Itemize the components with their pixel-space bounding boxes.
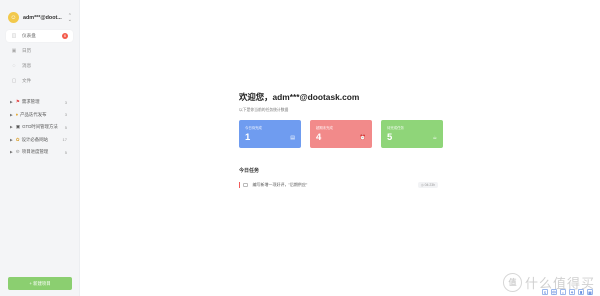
sidebar-item-dashboard[interactable]: ◫ 仪表盘 6 [6, 30, 73, 42]
dashboard-main: 欢迎您，adm***@dootask.com 以下是你当前的任务统计数据 今日待… [80, 0, 600, 296]
page-title: 欢迎您，adm***@dootask.com [239, 92, 360, 102]
palette-icon: ✿ [15, 136, 20, 142]
project-item[interactable]: ▶ ⚙ 项目进度管理 5 [0, 146, 79, 159]
project-item[interactable]: ▶ ▣ GTD时间管理方法 5 [0, 121, 79, 134]
project-label: 项目进度管理 [21, 149, 49, 155]
caret-right-icon[interactable]: ▶ [10, 150, 13, 154]
stat-card-today[interactable]: 今日待完成 1 ▤ [239, 120, 301, 148]
tray-icon[interactable]: ▦ [587, 288, 593, 295]
task-time-badge: ◷ 04:23h [417, 182, 438, 188]
avatar: ☺ [8, 12, 19, 23]
chevron-up-down-icon[interactable]: ⌃ ⌄ [68, 13, 72, 22]
task-row[interactable]: 编写新增一项好评，"后期供应" ◷ 04:23h [239, 180, 438, 190]
caret-right-icon[interactable]: ▶ [10, 125, 13, 129]
stat-value: 4 [316, 132, 322, 143]
project-item[interactable]: ▶ ♦ 产品迭代发布 3 [0, 109, 79, 122]
tray-icon[interactable]: ⚘ [569, 288, 575, 295]
project-count: 3 [64, 112, 67, 118]
project-label: 需求管理 [21, 99, 40, 105]
project-item[interactable]: ▶ ⚑ 需求管理 3 [0, 96, 79, 109]
tray-icon[interactable]: • [560, 288, 566, 295]
calendar-icon: ▣ [11, 48, 17, 54]
task-checkbox[interactable] [243, 182, 248, 188]
stat-card-pending[interactable]: 待完成任务 5 ☕ [381, 120, 443, 148]
flag-icon: ⚑ [15, 99, 20, 105]
file-icon: ▢ [11, 78, 17, 84]
alarm-icon: ⏰ [359, 135, 366, 141]
task-title: 编写新增一项好评，"后期供应" [252, 182, 308, 187]
stat-label: 待完成任务 [387, 126, 404, 130]
sidebar-nav: ◫ 仪表盘 6 ▣ 日历 ◌ 消息 ▢ 文件 [0, 30, 79, 87]
robot-icon: ▣ [15, 124, 21, 130]
priority-flag [239, 182, 240, 188]
sidebar-item-label: 消息 [22, 63, 32, 68]
message-icon: ◌ [12, 63, 16, 69]
tray-icon[interactable]: ♜ [578, 288, 584, 295]
project-label: GTD时间管理方法 [22, 124, 58, 130]
project-count: 5 [64, 124, 67, 130]
pin-icon: ♦ [15, 112, 19, 118]
stat-cards: 今日待完成 1 ▤ 超期未完成 4 ⏰ 待完成任务 5 ☕ [239, 120, 443, 148]
caret-right-icon[interactable]: ▶ [10, 100, 13, 104]
system-tray: S 中 • ⚘ ♜ ▦ [542, 287, 593, 296]
sidebar-item-files[interactable]: ▢ 文件 [6, 75, 73, 87]
gear-icon: ⚙ [15, 149, 20, 155]
sidebar-item-calendar[interactable]: ▣ 日历 [6, 45, 73, 57]
project-label: 设计必备网站 [21, 136, 48, 142]
dashboard-icon: ◫ [11, 33, 17, 39]
project-item[interactable]: ▶ ✿ 设计必备网站 17 [0, 134, 79, 147]
tray-icon[interactable]: S [542, 288, 548, 295]
stat-value: 5 [387, 132, 393, 143]
app: ☺ adm***@doot... ⌃ ⌄ ◫ 仪表盘 6 ▣ 日历 ◌ 消息 ▢ … [0, 0, 600, 296]
sidebar-item-label: 文件 [22, 78, 32, 83]
project-count: 17 [62, 137, 67, 143]
stat-value: 1 [245, 132, 251, 143]
caret-right-icon[interactable]: ▶ [10, 113, 13, 117]
watermark-circle: 值 [502, 273, 522, 292]
user-menu[interactable]: ☺ adm***@doot... ⌃ ⌄ [0, 0, 79, 26]
project-count: 5 [64, 149, 67, 155]
project-count: 3 [64, 99, 67, 105]
project-label: 产品迭代发布 [20, 111, 47, 117]
sidebar: ☺ adm***@doot... ⌃ ⌄ ◫ 仪表盘 6 ▣ 日历 ◌ 消息 ▢ … [0, 0, 80, 296]
notification-badge: 6 [62, 33, 68, 39]
tray-icon[interactable]: 中 [551, 288, 557, 295]
new-project-button[interactable]: + 新建项目 [8, 277, 72, 290]
calendar-icon: ▤ [290, 135, 295, 141]
cup-icon: ☕ [432, 135, 437, 141]
project-list: ▶ ⚑ 需求管理 3 ▶ ♦ 产品迭代发布 3 ▶ ▣ GTD时间管理方法 5 … [0, 96, 79, 159]
sidebar-item-label: 日历 [22, 48, 32, 53]
stat-card-overdue[interactable]: 超期未完成 4 ⏰ [310, 120, 372, 148]
sidebar-item-label: 仪表盘 [22, 33, 36, 38]
stat-label: 超期未完成 [316, 126, 333, 130]
stat-label: 今日待完成 [245, 126, 262, 130]
user-name: adm***@doot... [23, 14, 62, 21]
page-subtitle: 以下是你当前的任务统计数据 [239, 108, 289, 112]
section-title-today: 今日任务 [239, 168, 260, 174]
sidebar-item-messages[interactable]: ◌ 消息 [6, 60, 73, 72]
caret-right-icon[interactable]: ▶ [10, 138, 13, 142]
